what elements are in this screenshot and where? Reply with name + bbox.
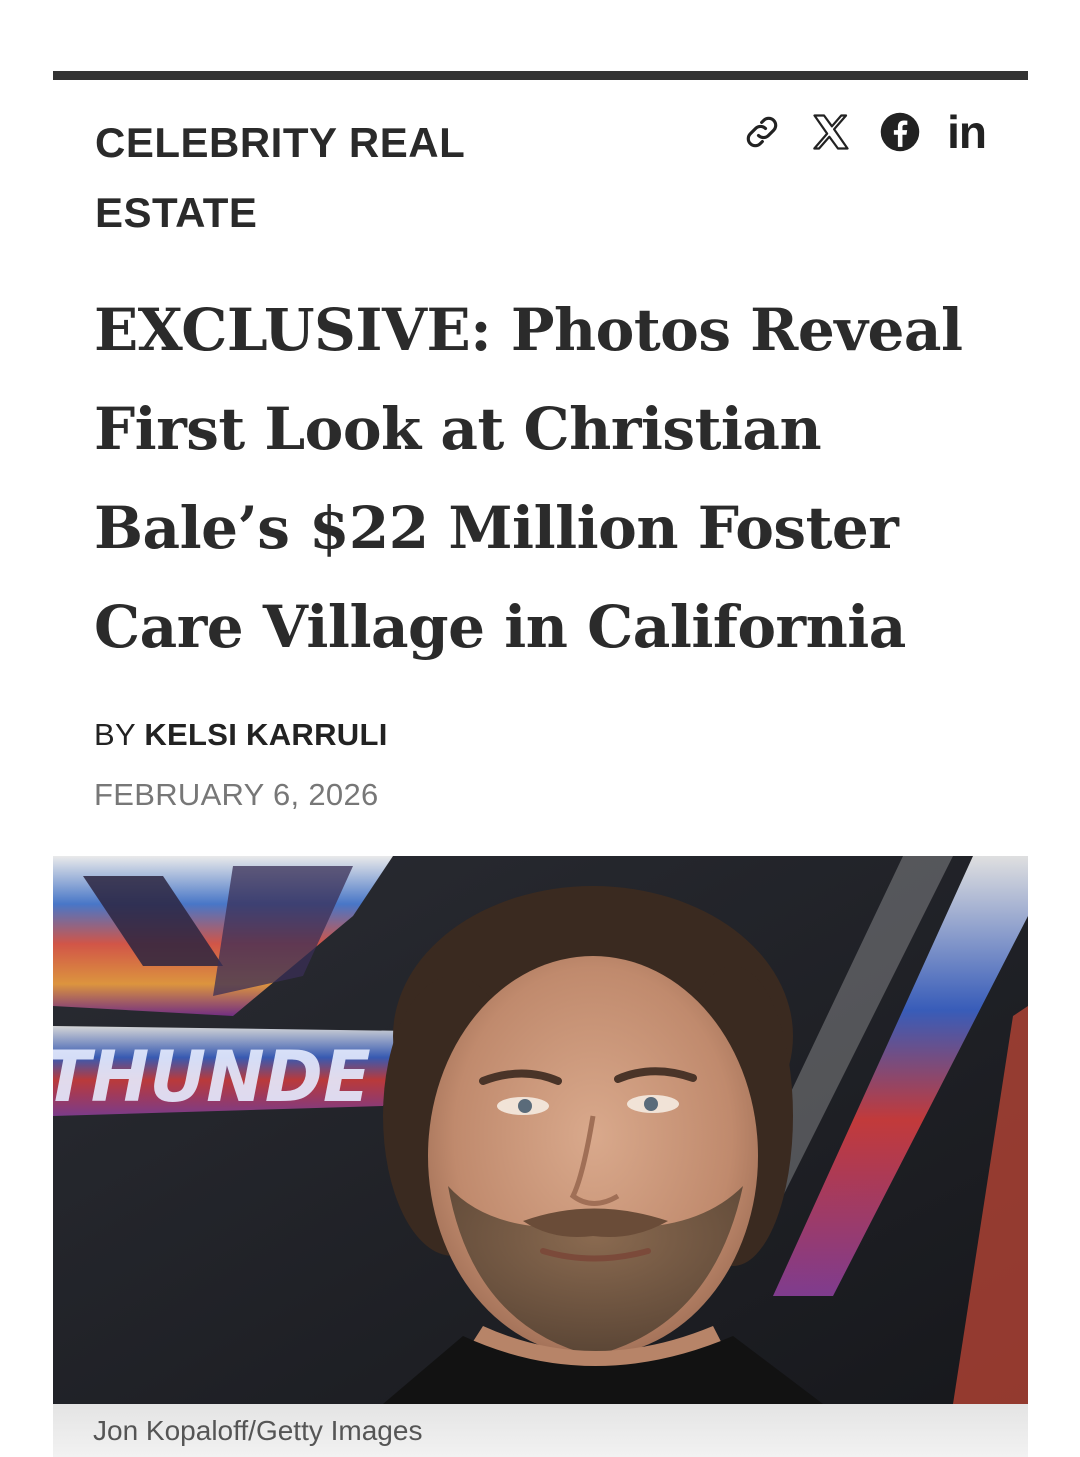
hero-photo[interactable]: THUNDE (53, 856, 1028, 1404)
author-link[interactable]: KELSI KARRULI (144, 717, 387, 752)
byline-prefix: BY (94, 717, 136, 752)
backdrop-text: THUNDE (53, 1036, 371, 1118)
share-bar: in (741, 104, 987, 160)
byline: BY KELSI KARRULI (94, 715, 388, 755)
top-divider (53, 71, 1028, 80)
article-headline: EXCLUSIVE: Photos Reveal First Look at C… (94, 296, 963, 661)
facebook-icon[interactable] (879, 111, 921, 153)
category-label[interactable]: CELEBRITY REAL ESTATE (95, 108, 565, 248)
photo-credit: Jon Kopaloff/Getty Images (93, 1415, 423, 1446)
x-icon[interactable] (809, 110, 853, 154)
linkedin-icon[interactable]: in (947, 109, 987, 155)
publish-date: FEBRUARY 6, 2026 (94, 777, 379, 812)
hero-photo-illustration: THUNDE (53, 856, 1028, 1404)
link-icon[interactable] (741, 111, 783, 153)
photo-caption-bar: Jon Kopaloff/Getty Images (53, 1404, 1028, 1457)
